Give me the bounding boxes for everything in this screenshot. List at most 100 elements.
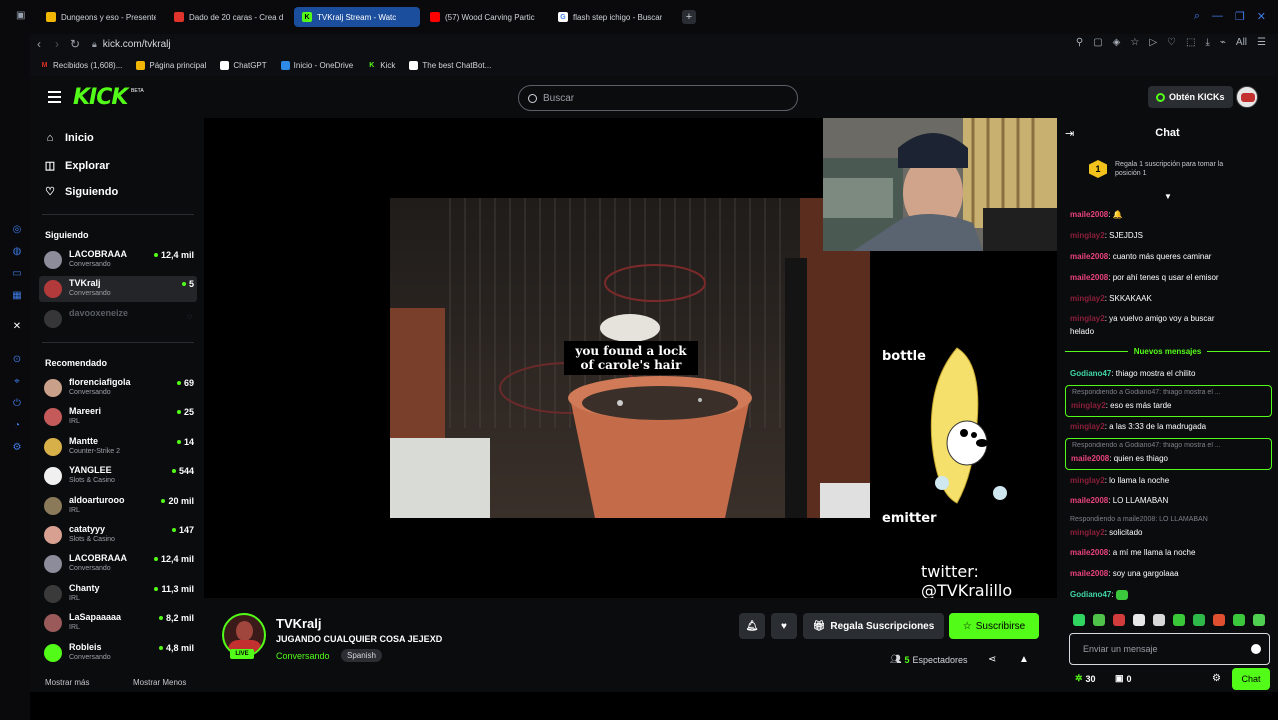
forward-arrow-icon[interactable]: › — [48, 37, 66, 51]
close-icon[interactable]: ✕ — [1257, 10, 1266, 23]
share-icon[interactable]: ⋖ — [988, 654, 996, 665]
show-less-link[interactable]: Mostrar Menos — [133, 678, 186, 687]
chat-username[interactable]: maile2008 — [1071, 454, 1109, 463]
emote-icon[interactable] — [1093, 614, 1105, 626]
chat-username[interactable]: Godiano47 — [1070, 369, 1111, 378]
bookmark-item[interactable]: The best ChatBot... — [409, 60, 491, 70]
download-icon[interactable]: ⤓ — [1205, 37, 1209, 48]
channel-row[interactable]: LaSapaaaaa IRL 8,2 mil — [39, 610, 197, 636]
user-avatar[interactable] — [1236, 86, 1258, 108]
shield-icon[interactable]: ◈ — [1113, 37, 1121, 48]
streamer-name[interactable]: TVKralj — [276, 616, 322, 631]
chat-message[interactable]: minglay2: solicitado — [1070, 528, 1270, 537]
chat-username[interactable]: minglay2 — [1070, 294, 1105, 303]
chat-username[interactable]: minglay2 — [1070, 422, 1105, 431]
chat-message[interactable]: minglay2: ya vuelvo amigo voy a buscar — [1070, 314, 1270, 323]
channel-row[interactable]: LACOBRAAA Conversando 12,4 mil — [39, 247, 197, 273]
send-chat-button[interactable]: Chat — [1232, 668, 1270, 690]
url-field[interactable]: kick.com/tvkralj — [103, 39, 171, 50]
subscribe-button[interactable]: ☆ Suscribirse — [949, 613, 1039, 639]
browser-tab[interactable]: Dado de 20 caras - Crea d — [166, 7, 292, 27]
chat-message[interactable]: maile2008: cuanto más queres caminar — [1070, 252, 1270, 261]
restore-icon[interactable]: ❐ — [1235, 10, 1245, 23]
chat-message[interactable]: maile2008: a mí me llama la noche — [1070, 548, 1270, 557]
emote-icon[interactable] — [1193, 614, 1205, 626]
sidebar-games-icon[interactable]: ⊙ — [11, 354, 23, 366]
stream-category[interactable]: Conversando — [276, 651, 330, 661]
emote-icon[interactable] — [1133, 614, 1145, 626]
channel-row[interactable]: TVKralj Conversando 5 — [39, 276, 197, 302]
channel-row[interactable]: florenciafigola Conversando 69 — [39, 375, 197, 401]
gift-banner[interactable]: 1 Regala 1 suscripción para tomar la pos… — [1089, 160, 1241, 178]
kicks-balance[interactable]: ✲ 30 — [1075, 673, 1096, 684]
sidebar-power-icon[interactable]: ⏻ — [11, 398, 23, 410]
reply-message[interactable]: Respondiendo a Godiano47: thiago mostra … — [1065, 438, 1272, 470]
gift-subs-button[interactable]: 🎁︎ Regala Suscripciones — [803, 613, 944, 639]
chat-input[interactable] — [1083, 644, 1243, 654]
chat-username[interactable]: minglay2 — [1071, 401, 1106, 410]
channel-row[interactable]: davooxeneize ◌ — [39, 306, 197, 332]
channel-row[interactable]: YANGLEE Slots & Casino 544 — [39, 463, 197, 489]
chat-username[interactable]: minglay2 — [1070, 314, 1105, 323]
heart-icon[interactable]: ♡ — [1167, 37, 1176, 48]
report-icon[interactable]: ▲ — [1019, 654, 1029, 665]
reply-message[interactable]: Respondiendo a Godiano47: thiago mostra … — [1065, 385, 1272, 417]
chat-username[interactable]: minglay2 — [1070, 476, 1105, 485]
sidebar-monitor-icon[interactable]: ▭ — [11, 268, 23, 280]
extensions-icon[interactable]: ⬚ — [1186, 37, 1195, 48]
browser-tab[interactable]: Gflash step ichigo - Buscar — [550, 7, 676, 27]
sidebar-tools-icon[interactable]: ⌖ — [11, 376, 23, 388]
chat-username[interactable]: maile2008 — [1070, 569, 1108, 578]
nav-item-siguiendo[interactable]: ♡ Siguiendo — [44, 185, 118, 199]
chat-message[interactable]: minglay2: SKKAKAAK — [1070, 294, 1270, 303]
browser-tab[interactable]: (57) Wood Carving Partic — [422, 7, 548, 27]
gift-balance[interactable]: ▣ 0 — [1115, 673, 1132, 684]
emote-icon[interactable] — [1153, 614, 1165, 626]
chat-username[interactable]: maile2008 — [1070, 210, 1108, 219]
show-more-link[interactable]: Mostrar más — [45, 678, 89, 687]
channel-row[interactable]: Robleis Conversando 4,8 mil — [39, 640, 197, 666]
nav-item-explorar[interactable]: ◫ Explorar — [44, 159, 110, 173]
refresh-icon[interactable]: ↻ — [66, 37, 84, 51]
emote-icon[interactable] — [1173, 614, 1185, 626]
chat-username[interactable]: maile2008 — [1070, 496, 1108, 505]
channel-row[interactable]: Chanty IRL 11,3 mil — [39, 581, 197, 607]
nav-item-inicio[interactable]: ⌂ Inicio — [44, 132, 94, 144]
channel-row[interactable]: Mantte Counter-Strike 2 14 — [39, 434, 197, 460]
pinned-toggle-icon[interactable]: ▼ — [1164, 192, 1172, 201]
chat-message[interactable]: minglay2: lo llama la noche — [1070, 476, 1270, 485]
bookmark-item[interactable]: Página principal — [136, 60, 206, 70]
chat-message[interactable]: minglay2: a las 3:33 de la madrugada — [1070, 422, 1270, 431]
chat-message[interactable]: maile2008: 🔔 — [1070, 210, 1270, 219]
search-input[interactable] — [543, 92, 783, 104]
chat-settings-icon[interactable]: ⚙ — [1212, 673, 1221, 684]
new-tab-button[interactable]: + — [682, 10, 696, 24]
chat-message[interactable]: maile2008: soy una gargolaaa — [1070, 569, 1270, 578]
notifications-button[interactable]: 🔔︎ — [739, 613, 765, 639]
menu-icon[interactable]: ☰ — [1257, 37, 1266, 48]
follow-button[interactable]: ♥ — [771, 613, 797, 639]
get-kicks-button[interactable]: Obtén KICKs — [1148, 86, 1233, 108]
kick-logo[interactable]: KICK — [73, 85, 128, 110]
bookmark-item[interactable]: Inicio - OneDrive — [280, 60, 353, 70]
chat-input-box[interactable] — [1069, 633, 1270, 665]
reader-icon[interactable]: ▢ — [1093, 37, 1102, 48]
search-tabs-icon[interactable]: ⌕ — [1194, 10, 1200, 23]
chat-message[interactable]: maile2008: por ahí tenes q usar el emiso… — [1070, 273, 1270, 282]
browser-tab[interactable]: Dungeons y eso - Presente — [38, 7, 164, 27]
channel-row[interactable]: LACOBRAAA Conversando 12,4 mil — [39, 551, 197, 577]
chat-username[interactable]: minglay2 — [1070, 231, 1105, 240]
emote-icon[interactable] — [1113, 614, 1125, 626]
sidebar-bag-icon[interactable]: ◍ — [11, 246, 23, 258]
channel-row[interactable]: aldoarturooo IRL 20 mil — [39, 493, 197, 519]
pin-icon[interactable]: ⚲ — [1076, 37, 1083, 48]
back-arrow-icon[interactable]: ‹ — [30, 37, 48, 51]
sidebar-x-icon[interactable]: ✕ — [11, 321, 23, 333]
chat-username[interactable]: maile2008 — [1070, 252, 1108, 261]
chat-message[interactable]: Godiano47: — [1070, 590, 1270, 600]
chat-username[interactable]: maile2008 — [1070, 273, 1108, 282]
bookmark-item[interactable]: K Kick — [367, 61, 395, 70]
sidebar-mail-icon[interactable]: ◔ — [11, 420, 23, 432]
bookmark-item[interactable]: ChatGPT — [220, 60, 267, 70]
emoji-icon[interactable] — [1251, 644, 1261, 654]
